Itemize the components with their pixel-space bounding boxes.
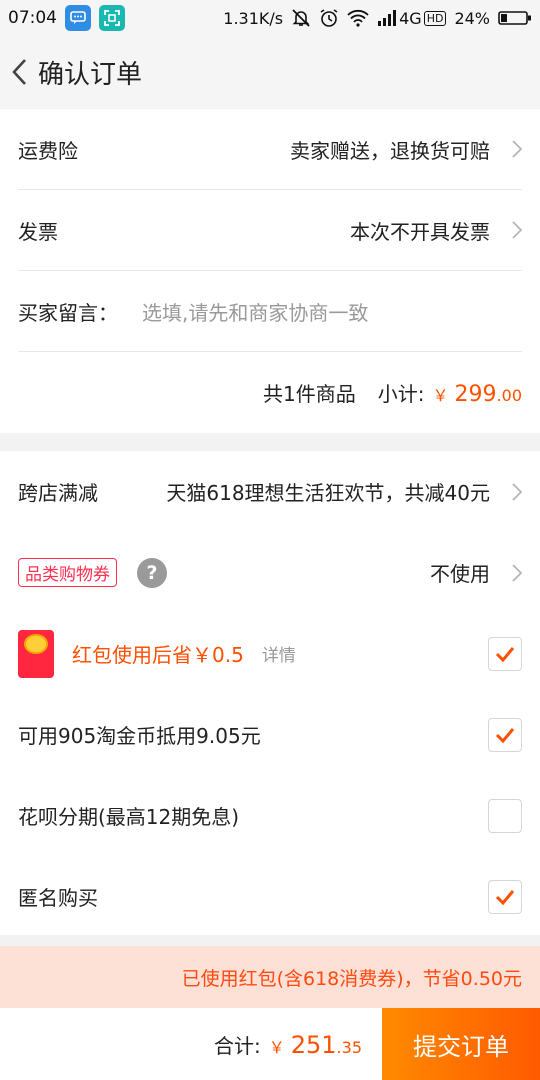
- mute-bell-icon: [291, 8, 311, 28]
- price-integer: 251: [290, 1030, 337, 1059]
- network-speed: 1.31K/s: [223, 8, 284, 28]
- back-button[interactable]: [2, 36, 36, 108]
- cross-store-label: 跨店满减: [18, 481, 98, 505]
- category-coupon-row[interactable]: 品类购物券 ? 不使用: [18, 532, 522, 613]
- red-packet-row: 红包使用后省￥0.5 详情: [18, 613, 522, 694]
- wifi-icon: [347, 9, 369, 27]
- anonymous-text: 匿名购买: [18, 886, 98, 910]
- battery-percent: 24%: [454, 8, 490, 28]
- red-packet-detail-link[interactable]: 详情: [262, 641, 296, 666]
- cross-store-value: 天猫618理想生活狂欢节，共减40元: [166, 481, 490, 505]
- bottom-bar: 合计: ￥ 251.35 提交订单: [0, 1008, 540, 1080]
- chat-app-icon: [65, 5, 91, 31]
- network-type: 4G: [399, 8, 422, 28]
- currency-symbol: ￥: [432, 386, 449, 405]
- discount-section: 跨店满减 天猫618理想生活狂欢节，共减40元 品类购物券 ? 不使用 红包使用…: [0, 451, 540, 935]
- help-icon[interactable]: ?: [137, 557, 167, 588]
- checkmark-icon: [495, 727, 515, 743]
- price-decimal: .35: [336, 1037, 362, 1057]
- subtotal-label: 小计:: [377, 382, 425, 406]
- status-time: 07:04: [8, 8, 57, 28]
- chevron-left-icon: [12, 59, 26, 85]
- buyer-message-input[interactable]: 选填,请先和商家协商一致: [142, 297, 368, 326]
- category-coupon-tag: 品类购物券: [18, 558, 117, 587]
- savings-notice-text: 已使用红包(含618消费券)，节省0.50元: [181, 967, 522, 990]
- taojinbi-row: 可用905淘金币抵用9.05元: [18, 694, 522, 775]
- checkmark-icon: [495, 889, 515, 905]
- red-packet-text: 红包使用后省￥0.5: [72, 643, 244, 667]
- submit-order-button[interactable]: 提交订单: [382, 1008, 540, 1080]
- page-title: 确认订单: [38, 59, 143, 90]
- checkmark-icon: [495, 646, 515, 662]
- status-bar: 07:04 1.31K/s 4G HD 24%: [0, 0, 540, 36]
- price-decimal: .00: [496, 386, 522, 405]
- invoice-value: 本次不开具发票: [350, 219, 490, 244]
- chevron-right-icon: [504, 563, 522, 582]
- app-header: 确认订单: [0, 36, 540, 108]
- signal-icon: [377, 9, 397, 27]
- savings-notice: 已使用红包(含618消费券)，节省0.50元: [0, 946, 540, 1008]
- chevron-right-icon: [504, 482, 522, 501]
- chevron-right-icon: [504, 221, 522, 239]
- hd-badge: HD: [423, 10, 447, 26]
- alarm-icon: [319, 8, 339, 28]
- red-packet-checkbox[interactable]: [488, 636, 522, 671]
- anonymous-row: 匿名购买: [18, 856, 522, 937]
- buyer-message-label: 买家留言：: [18, 300, 118, 325]
- subtotal-price: ￥ 299.00: [433, 382, 522, 407]
- buyer-message-row: 买家留言： 选填,请先和商家协商一致: [18, 271, 522, 352]
- battery-icon: [498, 10, 532, 26]
- scan-app-icon: [99, 5, 125, 31]
- currency-symbol: ￥: [268, 1037, 285, 1057]
- taojinbi-checkbox[interactable]: [488, 717, 522, 752]
- huabei-text: 花呗分期(最高12期免息): [18, 805, 240, 829]
- huabei-row: 花呗分期(最高12期免息): [18, 775, 522, 856]
- chevron-right-icon: [504, 140, 522, 158]
- order-total: 合计: ￥ 251.35: [214, 1030, 362, 1059]
- category-coupon-value: 不使用: [430, 562, 490, 586]
- invoice-row[interactable]: 发票 本次不开具发票: [18, 190, 522, 271]
- huabei-checkbox[interactable]: [488, 798, 522, 833]
- subtotal-row: 共1件商品 小计: ￥ 299.00: [18, 352, 522, 433]
- shipping-insurance-label: 运费险: [18, 138, 78, 163]
- shipping-insurance-value: 卖家赠送，退换货可赔: [290, 138, 490, 163]
- anonymous-checkbox[interactable]: [488, 879, 522, 914]
- taojinbi-text: 可用905淘金币抵用9.05元: [18, 724, 261, 748]
- order-options-section: 运费险 卖家赠送，退换货可赔 发票 本次不开具发票 买家留言： 选填,请先和商家…: [0, 109, 540, 433]
- red-packet-icon: [18, 629, 54, 678]
- cross-store-row[interactable]: 跨店满减 天猫618理想生活狂欢节，共减40元: [18, 451, 522, 532]
- shipping-insurance-row[interactable]: 运费险 卖家赠送，退换货可赔: [18, 109, 522, 190]
- item-count: 共1件商品: [263, 382, 356, 406]
- price-integer: 299: [454, 382, 497, 407]
- total-price: ￥ 251.35: [269, 1031, 362, 1059]
- total-label: 合计:: [213, 1033, 261, 1058]
- invoice-label: 发票: [18, 219, 58, 244]
